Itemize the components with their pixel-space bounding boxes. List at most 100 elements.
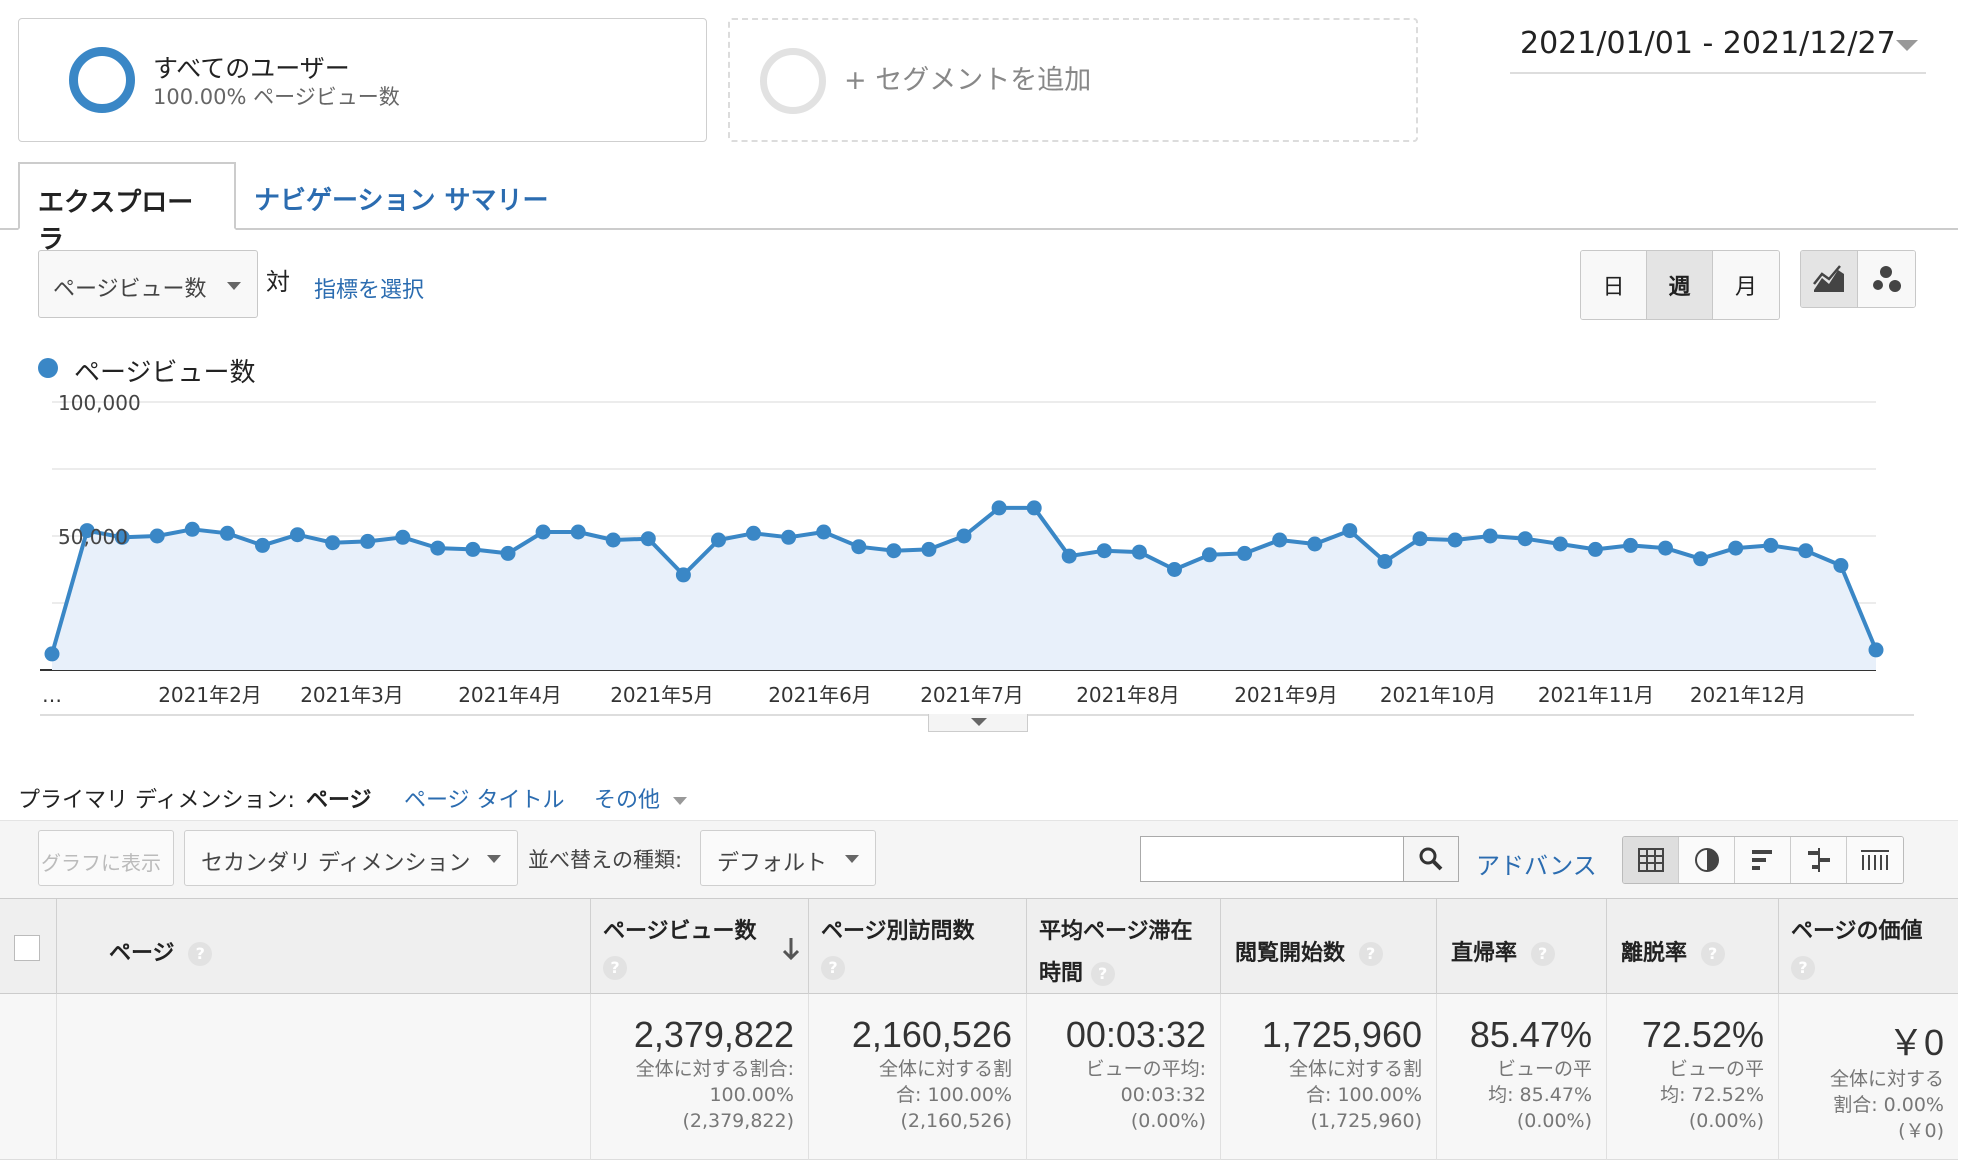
- totals-page-cell: [56, 994, 590, 1160]
- chevron-down-icon: [487, 855, 501, 863]
- totals-bounce: 85.47% ビューの平 均: 85.47% (0.00%): [1436, 994, 1606, 1160]
- performance-view-icon[interactable]: [1735, 837, 1791, 883]
- totals-avg-time-l3: (0.00%): [1130, 1110, 1206, 1132]
- data-point-48: [1728, 540, 1744, 556]
- tab-explorer[interactable]: エクスプローラ: [18, 162, 236, 255]
- tab-navigation-summary[interactable]: ナビゲーション サマリー: [236, 162, 567, 230]
- interval-day-button[interactable]: 日: [1581, 251, 1647, 319]
- motion-chart-icon[interactable]: [1858, 251, 1915, 307]
- select-metric-link[interactable]: 指標を選択: [314, 272, 424, 304]
- x-tick-label: 2021年7月: [920, 683, 1024, 707]
- advanced-filter-link[interactable]: アドバンス: [1476, 846, 1597, 881]
- date-range-text: 2021/01/01 - 2021/12/27: [1520, 26, 1896, 61]
- help-icon[interactable]: ?: [1700, 942, 1725, 966]
- header-entrances[interactable]: 閲覧開始数 ?: [1220, 899, 1436, 995]
- header-pageviews[interactable]: ページビュー数 ?: [590, 899, 808, 995]
- pivot-view-icon[interactable]: [1847, 837, 1903, 883]
- totals-avg-time-l2: 00:03:32: [1120, 1084, 1206, 1106]
- primary-dimension-page-title[interactable]: ページ タイトル: [404, 782, 565, 814]
- chevron-down-icon: [673, 797, 688, 805]
- segment-all-users[interactable]: すべてのユーザー 100.00% ページビュー数: [18, 18, 707, 142]
- totals-avg-time: 00:03:32 ビューの平均: 00:03:32 (0.00%): [1026, 994, 1220, 1160]
- header-avg-time[interactable]: 平均ページ滞在 時間 ?: [1026, 899, 1220, 995]
- table-search-input[interactable]: [1140, 836, 1404, 882]
- data-point-24: [886, 543, 902, 559]
- data-point-42: [1517, 531, 1533, 547]
- search-button[interactable]: [1403, 836, 1459, 882]
- totals-pageviews-l3: (2,379,822): [682, 1110, 794, 1132]
- date-range-picker[interactable]: 2021/01/01 - 2021/12/27: [1510, 22, 1926, 74]
- header-unique-pageviews[interactable]: ページ別訪問数 ?: [808, 899, 1026, 995]
- data-point-50: [1798, 543, 1814, 559]
- help-icon[interactable]: ?: [1358, 942, 1383, 966]
- collapse-chart-button[interactable]: [928, 714, 1028, 732]
- interval-month-button[interactable]: 月: [1713, 251, 1779, 319]
- plot-rows-button[interactable]: グラフに表示: [38, 830, 174, 886]
- data-point-3: [149, 528, 165, 544]
- totals-exit-l3: (0.00%): [1688, 1110, 1764, 1132]
- data-point-31: [1131, 544, 1147, 560]
- header-page-value[interactable]: ページの価値 ?: [1778, 899, 1958, 995]
- data-point-51: [1833, 558, 1849, 573]
- chevron-down-icon: [227, 282, 241, 290]
- help-icon[interactable]: ?: [1090, 962, 1115, 986]
- other-label: その他: [594, 788, 661, 813]
- data-point-46: [1658, 540, 1673, 556]
- help-icon[interactable]: ?: [1791, 956, 1815, 980]
- add-segment-button[interactable]: + セグメントを追加: [728, 18, 1418, 142]
- help-icon[interactable]: ?: [188, 942, 213, 966]
- table-view-icon[interactable]: [1623, 837, 1679, 883]
- totals-bounce-value: 85.47%: [1469, 1014, 1592, 1055]
- totals-avg-time-value: 00:03:32: [1065, 1014, 1206, 1055]
- header-page[interactable]: ページ ?: [56, 899, 590, 995]
- data-point-38: [1377, 554, 1393, 569]
- totals-value-value: ￥0: [1887, 1022, 1944, 1063]
- totals-unique-value: 2,160,526: [851, 1014, 1012, 1055]
- totals-entrances-l2: 合: 100.00%: [1306, 1084, 1422, 1106]
- data-point-15: [570, 524, 586, 540]
- comparison-view-icon[interactable]: [1791, 837, 1847, 883]
- pie-view-icon[interactable]: [1679, 837, 1735, 883]
- help-icon[interactable]: ?: [821, 956, 845, 980]
- segment-name: すべてのユーザー: [153, 54, 350, 83]
- header-avg-time-label-2: 時間: [1039, 961, 1084, 986]
- chevron-down-icon: [845, 855, 859, 863]
- x-tick-label: 2021年11月: [1538, 683, 1654, 707]
- header-exit-label: 離脱率: [1621, 941, 1688, 966]
- totals-entrances-value: 1,725,960: [1261, 1014, 1422, 1055]
- chart-type-toggle: [1800, 250, 1916, 308]
- data-point-43: [1552, 536, 1568, 552]
- x-tick-label: 2021年5月: [610, 683, 714, 707]
- data-point-25: [921, 541, 937, 557]
- data-point-23: [851, 539, 867, 555]
- totals-row: 2,379,822 全体に対する割合: 100.00% (2,379,822) …: [0, 994, 1958, 1160]
- data-point-16: [605, 532, 621, 548]
- header-avg-time-label-1: 平均ページ滞在: [1039, 919, 1193, 944]
- data-point-29: [1061, 548, 1077, 564]
- data-point-28: [1026, 500, 1042, 516]
- sort-type-select[interactable]: デフォルト: [700, 830, 876, 886]
- y-tick-label: 100,000: [58, 391, 141, 415]
- primary-dimension-page[interactable]: ページ: [306, 782, 372, 814]
- totals-entrances-l3: (1,725,960): [1310, 1110, 1422, 1132]
- primary-dimension-other[interactable]: その他: [594, 782, 688, 814]
- header-bounce-rate[interactable]: 直帰率 ?: [1436, 899, 1606, 995]
- table-view-toggle: [1622, 836, 1904, 884]
- secondary-dimension-select[interactable]: セカンダリ ディメンション: [184, 830, 518, 886]
- header-pageviews-label: ページビュー数: [603, 919, 757, 944]
- interval-week-button[interactable]: 週: [1647, 251, 1713, 319]
- totals-pageviews-l1: 全体に対する割合:: [635, 1058, 794, 1080]
- interval-toggle: 日 週 月: [1580, 250, 1780, 320]
- totals-entrances-l1: 全体に対する割: [1288, 1058, 1422, 1080]
- header-exit-rate[interactable]: 離脱率 ?: [1606, 899, 1778, 995]
- segment-percentage: 100.00% ページビュー数: [153, 85, 400, 109]
- help-icon[interactable]: ?: [1530, 942, 1555, 966]
- select-all-checkbox[interactable]: [14, 935, 40, 961]
- data-point-41: [1482, 528, 1498, 544]
- data-point-14: [535, 524, 551, 540]
- sort-desc-icon: [782, 938, 800, 961]
- data-point-44: [1587, 541, 1603, 557]
- help-icon[interactable]: ?: [603, 956, 627, 980]
- metric-select[interactable]: ページビュー数: [38, 250, 258, 318]
- line-chart-icon[interactable]: [1801, 251, 1859, 307]
